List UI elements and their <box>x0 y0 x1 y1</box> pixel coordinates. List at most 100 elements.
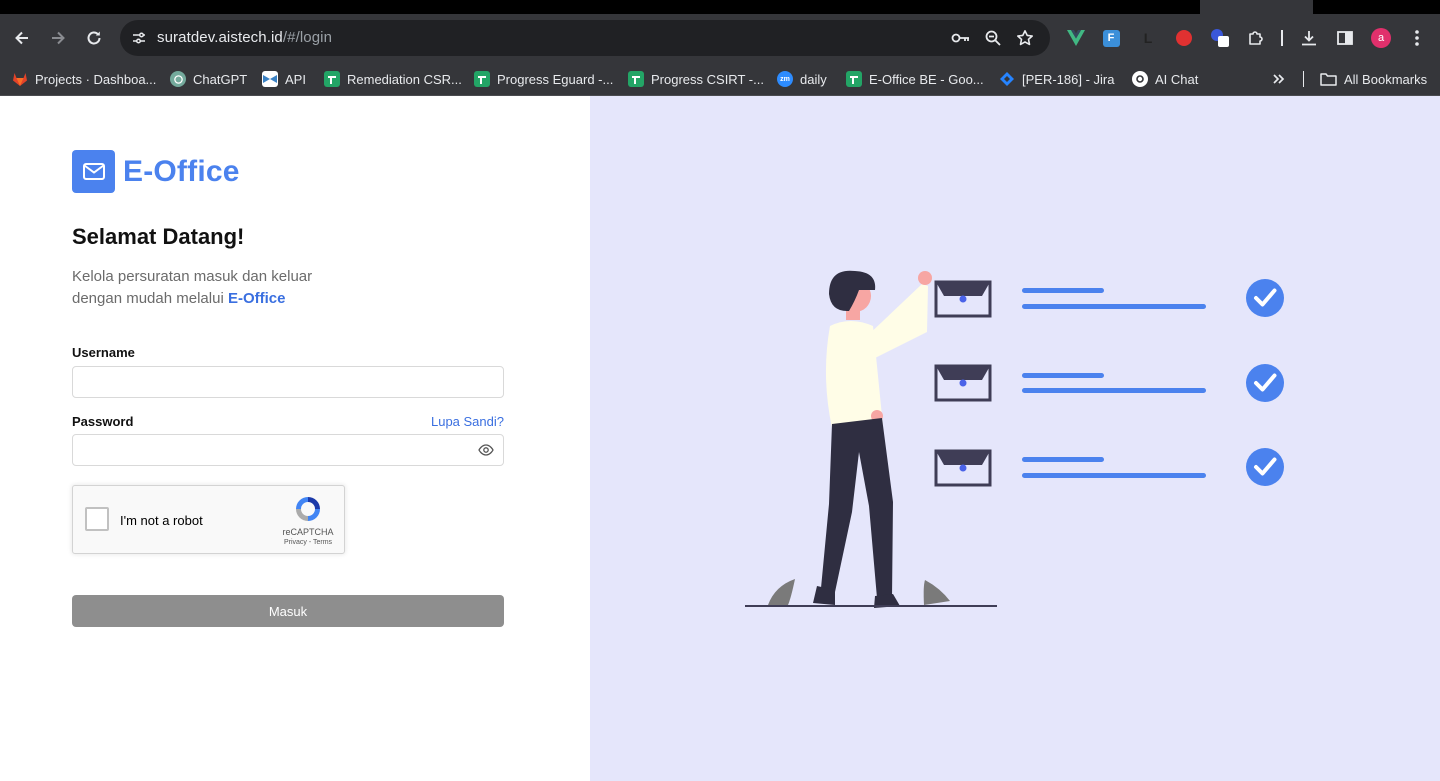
envelope-icon <box>934 449 992 487</box>
sheets-icon <box>324 71 340 87</box>
url-path: /#/login <box>282 29 333 46</box>
bookmark-label: Remediation CSR... <box>347 71 462 87</box>
page-title: Selamat Datang! <box>72 224 245 249</box>
envelope-icon <box>934 280 992 318</box>
bookmark-star-icon[interactable] <box>1015 29 1035 47</box>
bookmark-label: Progress CSIRT -... <box>651 71 764 87</box>
figma-extension-icon[interactable]: F <box>1101 27 1121 49</box>
plant-right <box>923 580 950 605</box>
bookmarks-bar: Projects · Dashboa... ChatGPT API Remedi… <box>0 62 1440 96</box>
recaptcha-widget: I'm not a robot reCAPTCHA Privacy - Term… <box>72 485 345 554</box>
chevron-double-right-icon <box>1273 74 1285 84</box>
l-extension-icon[interactable]: L <box>1138 27 1158 49</box>
check-circle-icon <box>1246 279 1284 317</box>
download-icon[interactable] <box>1299 27 1319 49</box>
check-circle-icon <box>1246 364 1284 402</box>
bookmark-label: E-Office BE - Goo... <box>869 71 984 87</box>
password-input[interactable] <box>72 434 504 466</box>
person-figure <box>813 270 932 608</box>
password-key-icon[interactable] <box>951 29 971 47</box>
toolbar-divider <box>1281 30 1283 46</box>
bookmark-label: [PER-186] - Jira <box>1022 71 1115 87</box>
arrow-right-icon <box>52 31 65 45</box>
more-menu-icon[interactable] <box>1407 27 1427 49</box>
subtitle-line-1: Kelola persuratan masuk dan keluar <box>72 268 313 285</box>
subtitle-brand: E-Office <box>227 290 286 307</box>
browser-toolbar: suratdev.aistech.id/#/login F L a <box>0 14 1440 62</box>
bookmark-jira[interactable]: [PER-186] - Jira <box>999 67 1114 91</box>
reload-button[interactable] <box>82 26 106 50</box>
bookmark-chatgpt[interactable]: ChatGPT <box>170 67 247 91</box>
username-label: Username <box>72 345 135 360</box>
forward-button[interactable] <box>46 26 70 50</box>
sheets-icon <box>628 71 644 87</box>
back-button[interactable] <box>10 26 34 50</box>
envelope-icon <box>934 364 992 402</box>
text-line-long <box>1022 304 1206 309</box>
chatgpt-icon <box>170 71 186 87</box>
bookmark-ai-chat[interactable]: AI Chat <box>1132 67 1198 91</box>
bookmark-api[interactable]: API <box>262 67 306 91</box>
sheets-icon <box>846 71 862 87</box>
text-line-long <box>1022 388 1206 393</box>
bookmark-progress-eguard[interactable]: Progress Eguard -... <box>474 67 613 91</box>
subtitle-line-2: dengan mudah melalui <box>72 290 224 307</box>
bookmark-label: API <box>285 71 306 87</box>
url-text[interactable]: suratdev.aistech.id/#/login <box>157 29 332 46</box>
bookmark-label: Progress Eguard -... <box>497 71 614 87</box>
address-bar[interactable]: suratdev.aistech.id/#/login <box>120 20 1050 56</box>
recaptcha-privacy-terms[interactable]: Privacy - Terms <box>278 539 338 546</box>
show-password-eye-icon[interactable] <box>477 442 495 458</box>
username-input[interactable] <box>72 366 504 398</box>
reload-icon <box>87 31 101 45</box>
forgot-password-link[interactable]: Lupa Sandi? <box>431 414 504 429</box>
zoom-icon[interactable] <box>983 29 1003 47</box>
password-label: Password <box>72 414 134 429</box>
recaptcha-label: I'm not a robot <box>120 513 203 528</box>
zoom-extension-icon[interactable] <box>1210 27 1230 49</box>
page: E-Office Selamat Datang! Kelola persurat… <box>0 96 1440 781</box>
bookmarks-divider <box>1303 71 1304 87</box>
text-line-short <box>1022 288 1104 293</box>
bookmark-daily[interactable]: zm daily <box>777 67 827 91</box>
login-submit-button[interactable]: Masuk <box>72 595 504 627</box>
all-bookmarks-label: All Bookmarks <box>1344 71 1428 87</box>
arrow-left-icon <box>15 31 28 45</box>
sheets-icon <box>474 71 490 87</box>
jira-icon <box>1000 72 1014 86</box>
active-tab[interactable] <box>1200 0 1313 14</box>
bookmark-eoffice-be[interactable]: E-Office BE - Goo... <box>846 67 984 91</box>
app-name: E-Office <box>123 154 240 188</box>
recaptcha-checkbox[interactable] <box>85 507 109 531</box>
vue-devtools-icon[interactable] <box>1066 27 1086 49</box>
recaptcha-brand: reCAPTCHA <box>282 527 334 537</box>
plant-left <box>768 579 795 605</box>
text-line-long <box>1022 473 1206 478</box>
gitlab-icon <box>13 73 27 86</box>
mail-icon <box>72 150 115 193</box>
text-line-short <box>1022 457 1104 462</box>
site-settings-icon[interactable] <box>130 29 148 47</box>
illustration-panel <box>590 96 1440 781</box>
profile-avatar[interactable]: a <box>1371 27 1391 49</box>
zoom-icon: zm <box>777 71 793 87</box>
all-bookmarks-button[interactable]: All Bookmarks <box>1320 67 1427 91</box>
bookmark-progress-csirt[interactable]: Progress CSIRT -... <box>628 67 764 91</box>
folder-icon <box>1320 73 1337 86</box>
ai-chat-icon <box>1132 71 1148 87</box>
bookmark-label: ChatGPT <box>193 71 248 87</box>
url-host: suratdev.aistech.id <box>157 29 283 46</box>
login-panel: E-Office Selamat Datang! Kelola persurat… <box>0 96 590 781</box>
page-subtitle: Kelola persuratan masuk dan keluar dengan… <box>72 266 392 310</box>
check-circle-icon <box>1246 448 1284 486</box>
side-panel-icon[interactable] <box>1335 27 1355 49</box>
extensions-puzzle-icon[interactable] <box>1246 27 1266 49</box>
bookmark-remediation[interactable]: Remediation CSR... <box>324 67 462 91</box>
tab-strip <box>0 0 1440 14</box>
stop-hand-extension-icon[interactable] <box>1174 27 1194 49</box>
profile-initial: a <box>1371 28 1391 48</box>
bookmark-projects[interactable]: Projects · Dashboa... <box>12 67 156 91</box>
bookmarks-overflow-button[interactable] <box>1272 67 1286 91</box>
recaptcha-logo-icon <box>296 497 320 521</box>
app-logo: E-Office <box>72 150 240 193</box>
